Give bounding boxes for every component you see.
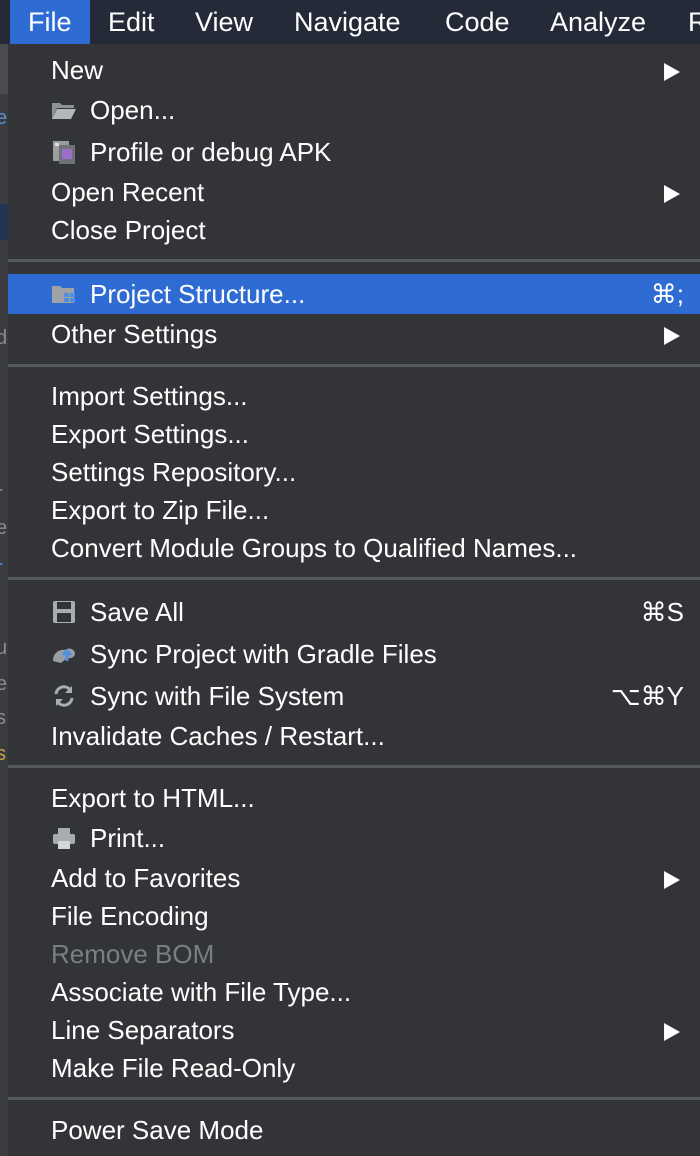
menu-item-label: Close Project bbox=[51, 215, 206, 245]
menu-item-sync-file-system[interactable]: Sync with File System ⌥⌘Y bbox=[8, 676, 700, 716]
menu-item-label: Project Structure... bbox=[90, 279, 306, 309]
menu-item-add-favorites[interactable]: Add to Favorites bbox=[8, 858, 700, 898]
menu-item-label: Remove BOM bbox=[51, 939, 215, 969]
menubar-edit[interactable]: Edit bbox=[90, 0, 173, 44]
menu-item-export-html[interactable]: Export to HTML... bbox=[8, 778, 700, 818]
menu-item-label: File Encoding bbox=[51, 901, 209, 931]
menu-item-project-structure[interactable]: Project Structure... ⌘; bbox=[8, 274, 700, 314]
menu-item-make-read-only[interactable]: Make File Read-Only bbox=[8, 1048, 700, 1088]
menu-item-label: Associate with File Type... bbox=[51, 977, 352, 1007]
menu-item-export-zip[interactable]: Export to Zip File... bbox=[8, 490, 700, 530]
menu-separator bbox=[8, 1097, 700, 1100]
refresh-icon bbox=[54, 685, 74, 707]
menu-item-sync-gradle[interactable]: Sync Project with Gradle Files bbox=[8, 634, 700, 674]
menu-separator bbox=[8, 765, 700, 768]
printer-icon bbox=[53, 828, 75, 849]
menu-item-power-save-mode[interactable]: Power Save Mode bbox=[8, 1110, 700, 1150]
project-structure-icon bbox=[52, 286, 75, 303]
save-icon bbox=[53, 601, 75, 623]
menu-item-label: Import Settings... bbox=[51, 381, 248, 411]
menu-item-label: Export to Zip File... bbox=[51, 495, 270, 525]
apk-icon bbox=[53, 141, 75, 164]
file-menu: New Open... Profile or debug APK Open Re… bbox=[8, 44, 700, 1156]
menu-item-file-encoding[interactable]: File Encoding bbox=[8, 896, 700, 936]
menu-item-import-settings[interactable]: Import Settings... bbox=[8, 376, 700, 416]
menu-item-other-settings[interactable]: Other Settings bbox=[8, 314, 700, 354]
submenu-arrow-icon bbox=[664, 871, 680, 889]
menubar-view[interactable]: View bbox=[177, 0, 271, 44]
menu-item-invalidate-caches[interactable]: Invalidate Caches / Restart... bbox=[8, 716, 700, 756]
menu-item-new[interactable]: New bbox=[8, 50, 700, 90]
menu-item-print[interactable]: Print... bbox=[8, 818, 700, 858]
menu-item-profile-apk[interactable]: Profile or debug APK bbox=[8, 132, 700, 172]
submenu-arrow-icon bbox=[664, 63, 680, 81]
menu-item-export-settings[interactable]: Export Settings... bbox=[8, 414, 700, 454]
menu-item-label: Export Settings... bbox=[51, 419, 249, 449]
menu-item-label: Export to HTML... bbox=[51, 783, 255, 813]
submenu-arrow-icon bbox=[664, 327, 680, 345]
menu-item-label: Save All bbox=[90, 597, 184, 627]
menu-separator bbox=[8, 364, 700, 367]
menu-separator bbox=[8, 259, 700, 262]
menu-item-label: Open... bbox=[90, 95, 176, 125]
menubar-navigate[interactable]: Navigate bbox=[276, 0, 419, 44]
menu-item-label: Make File Read-Only bbox=[51, 1053, 296, 1083]
menu-item-remove-bom: Remove BOM bbox=[8, 934, 700, 974]
menu-item-convert-module-groups[interactable]: Convert Module Groups to Qualified Names… bbox=[8, 528, 700, 568]
menu-item-label: Power Save Mode bbox=[51, 1115, 264, 1145]
menu-item-label: Line Separators bbox=[51, 1015, 235, 1045]
folder-open-icon bbox=[52, 103, 76, 119]
submenu-arrow-icon bbox=[664, 185, 680, 203]
menu-item-line-separators[interactable]: Line Separators bbox=[8, 1010, 700, 1050]
menu-item-label: New bbox=[51, 55, 104, 85]
menu-item-open[interactable]: Open... bbox=[8, 90, 700, 130]
menu-item-label: Open Recent bbox=[51, 177, 205, 207]
menu-item-label: Sync with File System bbox=[90, 681, 345, 711]
menu-item-label: Sync Project with Gradle Files bbox=[90, 639, 437, 669]
menu-item-open-recent[interactable]: Open Recent bbox=[8, 172, 700, 212]
gradle-sync-icon bbox=[53, 648, 75, 663]
menu-item-label: Profile or debug APK bbox=[90, 137, 332, 167]
menubar-code[interactable]: Code bbox=[427, 0, 528, 44]
menu-separator bbox=[8, 577, 700, 580]
menu-item-label: Convert Module Groups to Qualified Names… bbox=[51, 533, 578, 563]
menu-item-label: Invalidate Caches / Restart... bbox=[51, 721, 385, 751]
menu-item-close-project[interactable]: Close Project bbox=[8, 210, 700, 250]
shortcut-label: ⌘; bbox=[650, 279, 684, 309]
menu-item-save-all[interactable]: Save All ⌘S bbox=[8, 592, 700, 632]
shortcut-label: ⌥⌘Y bbox=[610, 681, 684, 711]
shortcut-label: ⌘S bbox=[640, 597, 684, 627]
background-window: e d r e r . u e s s bbox=[0, 44, 8, 1156]
menu-item-associate-file-type[interactable]: Associate with File Type... bbox=[8, 972, 700, 1012]
menu-bar: File Edit View Navigate Code Analyze R bbox=[0, 0, 700, 44]
menubar-analyze[interactable]: Analyze bbox=[532, 0, 664, 44]
menu-item-label: Add to Favorites bbox=[51, 863, 241, 893]
menu-item-label: Print... bbox=[90, 823, 166, 853]
menu-item-label: Settings Repository... bbox=[51, 457, 297, 487]
menubar-refactor[interactable]: R bbox=[670, 0, 700, 44]
menu-item-settings-repository[interactable]: Settings Repository... bbox=[8, 452, 700, 492]
menubar-file[interactable]: File bbox=[10, 0, 90, 44]
menu-item-label: Other Settings bbox=[51, 319, 218, 349]
submenu-arrow-icon bbox=[664, 1023, 680, 1041]
